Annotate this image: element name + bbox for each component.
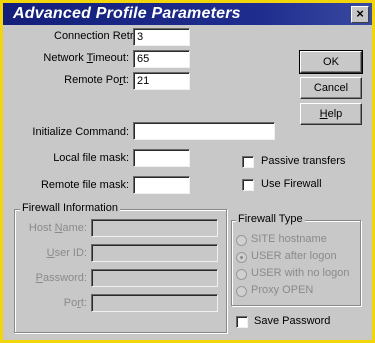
user-id-input[interactable]	[91, 244, 218, 262]
save-password-checkbox[interactable]	[236, 316, 248, 328]
initialize-command-label: Initialize Command:	[32, 126, 129, 138]
dialog-body: Connection Retry 3 Network Timeout: 65 R…	[3, 25, 372, 340]
host-name-input[interactable]	[91, 219, 218, 237]
remote-file-mask-input[interactable]	[133, 176, 190, 194]
firewall-type-title: Firewall Type	[236, 213, 305, 225]
remote-port-input[interactable]: 21	[133, 72, 190, 90]
window-title: Advanced Profile Parameters	[13, 5, 241, 22]
host-name-label: Host Name:	[28, 222, 87, 234]
firewall-type-option-1: SITE hostname	[251, 233, 327, 245]
network-timeout-label: Network Timeout:	[43, 52, 129, 64]
firewall-type-option-2: USER after logon	[251, 250, 337, 262]
passive-transfers-checkbox[interactable]	[242, 156, 254, 168]
port-label: Port:	[63, 297, 87, 309]
password-input[interactable]	[91, 269, 218, 287]
connection-retry-input[interactable]: 3	[133, 28, 190, 46]
firewall-type-radio-3[interactable]	[236, 269, 247, 280]
port-input[interactable]	[91, 294, 218, 312]
network-timeout-input[interactable]: 65	[133, 50, 190, 68]
cancel-button[interactable]: Cancel	[300, 77, 362, 99]
remote-file-mask-label: Remote file mask:	[40, 179, 129, 191]
close-button[interactable]: ×	[351, 6, 369, 23]
connection-retry-label: Connection Retry	[54, 30, 139, 42]
firewall-type-radio-4[interactable]	[236, 286, 247, 297]
title-bar[interactable]: Advanced Profile Parameters ×	[3, 3, 372, 25]
local-file-mask-input[interactable]	[133, 149, 190, 167]
password-label: Password:	[35, 272, 87, 284]
dialog-window: Advanced Profile Parameters × Connection…	[0, 0, 375, 343]
firewall-type-radio-2[interactable]	[236, 252, 247, 263]
use-firewall-label: Use Firewall	[261, 178, 322, 190]
firewall-information-title: Firewall Information	[20, 202, 120, 214]
firewall-type-radio-1[interactable]	[236, 235, 247, 246]
firewall-type-option-4: Proxy OPEN	[251, 284, 314, 296]
user-id-label: User ID:	[46, 247, 87, 259]
help-button[interactable]: Help	[300, 103, 362, 125]
passive-transfers-label: Passive transfers	[261, 155, 346, 167]
initialize-command-input[interactable]	[133, 122, 275, 140]
remote-port-label: Remote Port:	[64, 74, 129, 86]
local-file-mask-label: Local file mask:	[53, 152, 129, 164]
firewall-type-option-3: USER with no logon	[251, 267, 350, 279]
ok-button[interactable]: OK	[299, 50, 363, 74]
use-firewall-checkbox[interactable]	[242, 179, 254, 191]
save-password-label: Save Password	[254, 315, 331, 327]
